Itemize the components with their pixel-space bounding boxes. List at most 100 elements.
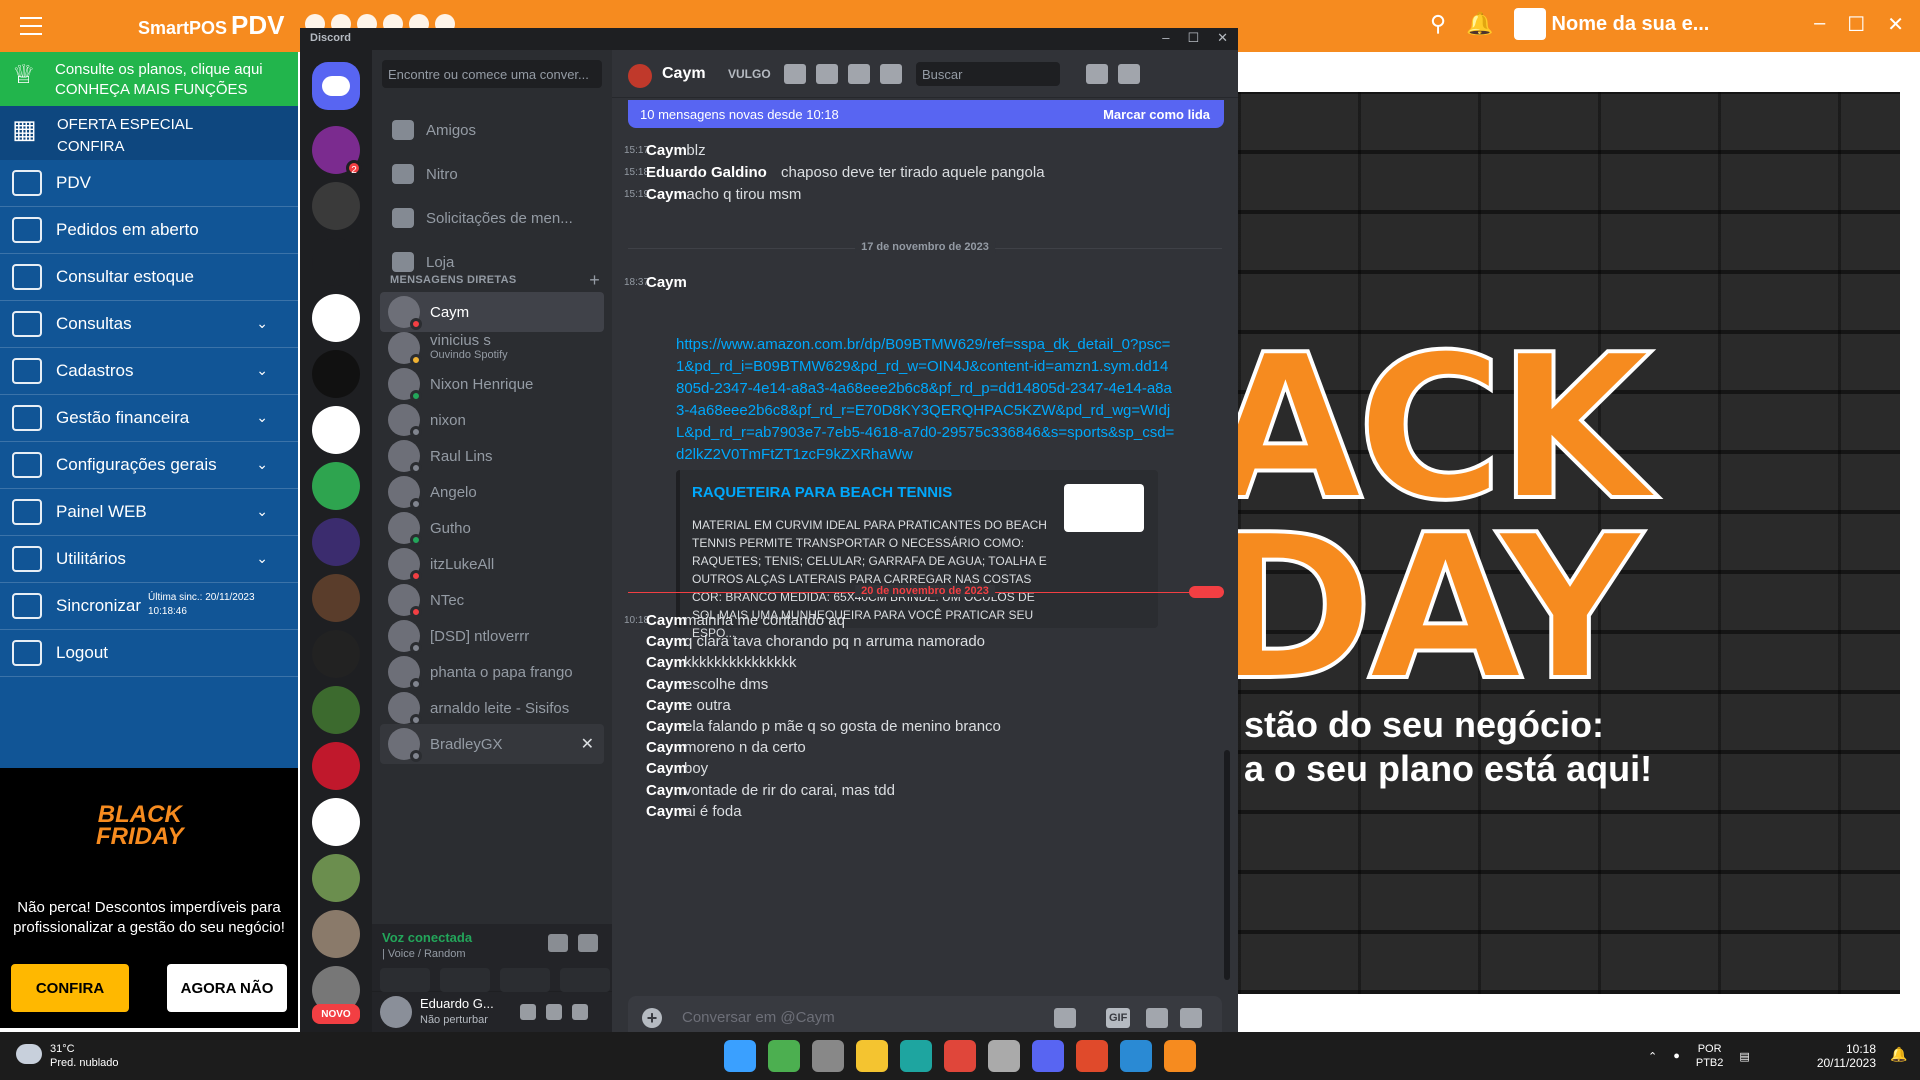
server-icon[interactable] <box>312 406 360 454</box>
menu-icon[interactable] <box>20 17 42 35</box>
soundboard-button[interactable] <box>560 968 610 992</box>
server-icon[interactable] <box>312 518 360 566</box>
disconnect-icon[interactable] <box>578 934 598 952</box>
chevron-up-icon[interactable]: ⌃ <box>1648 1050 1657 1063</box>
black-friday-banner[interactable]: ACK DAY stão do seu negócio: a o seu pla… <box>1238 92 1900 994</box>
emoji-icon[interactable] <box>1180 1008 1202 1028</box>
inbox-icon[interactable] <box>1086 64 1108 84</box>
menu-item[interactable]: Logout <box>0 630 298 677</box>
pin-icon[interactable] <box>848 64 870 84</box>
edge-icon[interactable] <box>900 1040 932 1072</box>
gear-icon[interactable] <box>572 1004 588 1020</box>
vscode-icon[interactable] <box>1120 1040 1152 1072</box>
embed-thumbnail[interactable] <box>1064 484 1144 532</box>
menu-item[interactable]: Consultas ⌄ <box>0 301 298 348</box>
attach-icon[interactable]: + <box>642 1008 662 1028</box>
menu-item[interactable]: Painel WEB ⌄ <box>0 489 298 536</box>
dm-search-input[interactable]: Encontre ou comece uma conver... <box>382 60 602 88</box>
server-icon[interactable] <box>312 910 360 958</box>
call-icon[interactable] <box>784 64 806 84</box>
minimize-icon[interactable]: – <box>1814 12 1825 37</box>
menu-item[interactable]: Configurações gerais ⌄ <box>0 442 298 489</box>
microphone-icon[interactable]: ● <box>1673 1050 1680 1062</box>
search-icon[interactable]: ⚲ <box>1430 11 1446 37</box>
microphone-icon[interactable] <box>520 1004 536 1020</box>
noise-suppression-icon[interactable] <box>548 934 568 952</box>
weather-widget[interactable]: 31°C Pred. nublado <box>16 1042 119 1070</box>
bell-icon[interactable]: 🔔 <box>1466 11 1493 37</box>
embed-title[interactable]: RAQUETEIRA PARA BEACH TENNIS <box>692 484 952 501</box>
server-icon[interactable] <box>312 462 360 510</box>
dm-item[interactable]: vinicius s Ouvindo Spotify <box>380 328 604 368</box>
scrollbar[interactable] <box>1224 750 1230 980</box>
file-explorer-icon[interactable] <box>856 1040 888 1072</box>
dm-item[interactable]: BradleyGX ✕ <box>380 724 604 764</box>
menu-item[interactable]: Sincronizar Última sinc.: 20/11/2023 10:18… <box>0 583 298 630</box>
mark-as-read-button[interactable]: Marcar como lida <box>1103 107 1210 122</box>
gift-icon[interactable] <box>1054 1008 1076 1028</box>
gif-button[interactable]: GIF <box>1106 1008 1131 1028</box>
menu-item[interactable]: Pedidos em aberto <box>0 207 298 254</box>
menu-item[interactable]: Consultar estoque <box>0 254 298 301</box>
message-link[interactable]: https://www.amazon.com.br/dp/B09BTMW629/… <box>676 334 1176 466</box>
server-icon[interactable] <box>312 350 360 398</box>
dm-item[interactable]: Angelo <box>380 472 604 512</box>
close-icon[interactable]: ✕ <box>581 734 594 754</box>
server-icon[interactable] <box>312 854 360 902</box>
voice-status[interactable]: Voz conectada <box>382 930 472 945</box>
menu-item[interactable]: PDV <box>0 160 298 207</box>
discord-home-icon[interactable] <box>312 62 360 110</box>
dm-item[interactable]: Gutho <box>380 508 604 548</box>
dismiss-button[interactable]: AGORA NÃO <box>167 964 287 1012</box>
add-dm-icon[interactable]: + <box>589 270 600 291</box>
dm-item[interactable]: itzLukeAll <box>380 544 604 584</box>
folder-icon[interactable] <box>312 238 360 286</box>
language-indicator[interactable]: POR PTB2 <box>1696 1042 1724 1070</box>
chat-search-input[interactable]: Buscar <box>916 62 1060 86</box>
close-icon[interactable]: ✕ <box>1887 12 1904 37</box>
new-messages-bar[interactable]: 10 mensagens novas desde 10:18 Marcar co… <box>628 100 1224 128</box>
dm-item[interactable]: Caym <box>380 292 604 332</box>
dm-item[interactable]: NTec <box>380 580 604 620</box>
add-friend-icon[interactable] <box>880 64 902 84</box>
dm-item[interactable]: [DSD] ntloverrr <box>380 616 604 656</box>
ea-icon[interactable] <box>1076 1040 1108 1072</box>
nav-message-requests[interactable]: Solicitações de men... <box>380 198 604 238</box>
notification-icon[interactable]: 🔔 <box>1890 1046 1907 1063</box>
maximize-icon[interactable]: ☐ <box>1847 12 1865 37</box>
discord-taskbar-icon[interactable] <box>1032 1040 1064 1072</box>
dm-item[interactable]: Nixon Henrique <box>380 364 604 404</box>
menu-item[interactable]: Utilitários ⌄ <box>0 536 298 583</box>
nav-nitro[interactable]: Nitro <box>380 154 604 194</box>
server-icon[interactable] <box>312 574 360 622</box>
snipping-tool-icon[interactable] <box>988 1040 1020 1072</box>
chrome-icon[interactable] <box>944 1040 976 1072</box>
server-icon[interactable] <box>312 798 360 846</box>
help-icon[interactable] <box>1118 64 1140 84</box>
store-selector[interactable]: Nome da sua e... <box>1513 8 1709 40</box>
server-icon[interactable] <box>312 294 360 342</box>
minimize-icon[interactable]: – <box>1162 30 1169 46</box>
smartpos-taskbar-icon[interactable] <box>1164 1040 1196 1072</box>
headphones-icon[interactable] <box>546 1004 562 1020</box>
task-view-icon[interactable] <box>812 1040 844 1072</box>
special-offer[interactable]: ▦ OFERTA ESPECIAL CONFIRA <box>0 106 298 160</box>
server-icon[interactable]: 2 <box>312 126 362 176</box>
dm-item[interactable]: arnaldo leite - Sisifos <box>380 688 604 728</box>
message-input[interactable]: Conversar em @Caym <box>682 1009 835 1026</box>
dm-item[interactable]: phanta o papa frango <box>380 652 604 692</box>
screen-share-button[interactable] <box>440 968 490 992</box>
widgets-icon[interactable] <box>768 1040 800 1072</box>
server-icon[interactable] <box>312 182 360 230</box>
dm-item[interactable]: Raul Lins <box>380 436 604 476</box>
dm-item[interactable]: nixon <box>380 400 604 440</box>
server-icon[interactable] <box>312 742 360 790</box>
menu-item[interactable]: Cadastros ⌄ <box>0 348 298 395</box>
start-icon[interactable] <box>724 1040 756 1072</box>
network-icon[interactable]: ▤ <box>1739 1050 1749 1063</box>
nav-friends[interactable]: Amigos <box>380 110 604 150</box>
menu-item[interactable]: Gestão financeira ⌄ <box>0 395 298 442</box>
camera-off-button[interactable] <box>380 968 430 992</box>
sticker-icon[interactable] <box>1146 1008 1168 1028</box>
server-icon[interactable] <box>312 630 360 678</box>
